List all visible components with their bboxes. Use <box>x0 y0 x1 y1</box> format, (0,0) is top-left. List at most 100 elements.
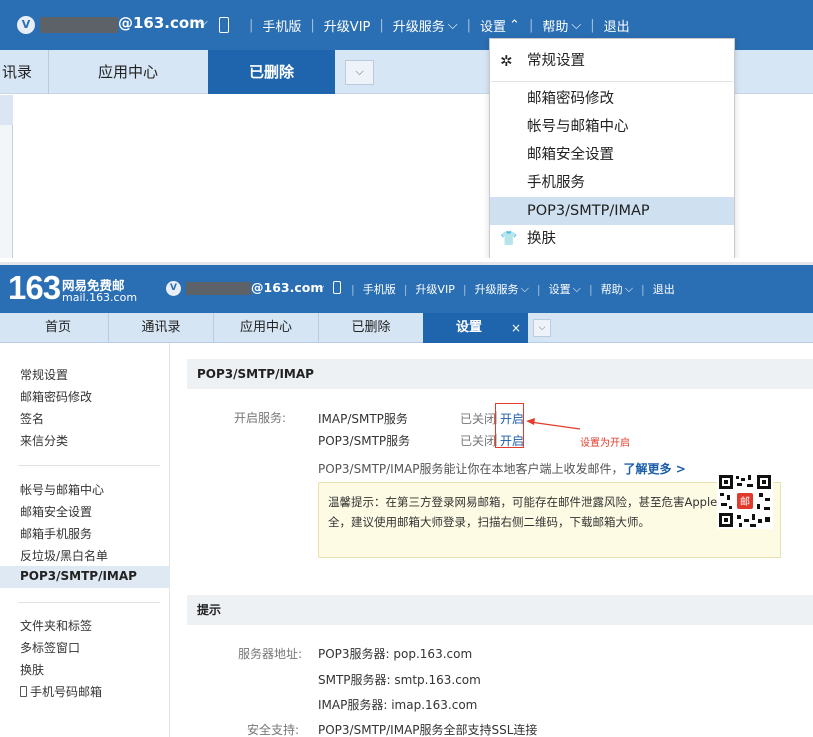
tab-contacts[interactable]: 通讯录 <box>109 313 213 343</box>
chevron-down-icon[interactable]: ⌵ <box>571 18 581 33</box>
section-title-pop3: POP3/SMTP/IMAP <box>187 359 813 389</box>
nav-settings[interactable]: 设置 <box>480 16 506 35</box>
nav-vip[interactable]: 升级VIP <box>415 281 454 297</box>
close-icon[interactable]: × <box>511 313 521 343</box>
sidebar-item-label: 手机号码邮箱 <box>30 685 103 699</box>
service-description: POP3/SMTP/IMAP服务能让你在本地客户端上收发邮件，了解更多 > <box>318 460 686 477</box>
phone-icon <box>20 686 27 697</box>
bottom-screenshot: 163 网易免费邮 mail.163.com V @163.com ⌵ | 手机… <box>0 262 813 737</box>
chevron-down-icon[interactable]: ⌵ <box>625 282 633 296</box>
chevron-up-icon[interactable]: ⌃ <box>509 18 520 33</box>
dropdown-item-general-settings[interactable]: ✲ 常规设置 <box>490 47 734 75</box>
top-nav: | 手机版 | 升级VIP | 升级服务 ⌵ | 设置 ⌵ | 帮助 ⌵ | 退… <box>351 281 675 297</box>
dropdown-item-security[interactable]: 邮箱安全设置 <box>490 141 734 169</box>
left-panel-selected <box>0 95 13 125</box>
tab-deleted[interactable]: 已删除 <box>319 313 423 343</box>
tab-app-center[interactable]: 应用中心 <box>214 313 318 343</box>
description-text: POP3/SMTP/IMAP服务能让你在本地客户端上收发邮件， <box>318 462 624 476</box>
sidebar-divider <box>18 465 160 466</box>
sidebar-item-pop3-smtp-imap[interactable]: POP3/SMTP/IMAP <box>20 569 137 583</box>
tab-settings-label: 设置 <box>456 320 483 335</box>
sidebar-item-phone-mailbox[interactable]: 手机号码邮箱 <box>20 683 102 700</box>
phone-icon[interactable] <box>219 17 229 33</box>
server-imap: IMAP服务器: imap.163.com <box>318 698 478 712</box>
chevron-down-icon[interactable]: ⌵ <box>316 280 324 294</box>
annotation-highlight-box <box>495 403 524 448</box>
tshirt-icon: 👕 <box>500 231 518 247</box>
logo-number[interactable]: 163 <box>8 269 61 307</box>
open-service-label: 开启服务: <box>234 411 287 425</box>
learn-more-link[interactable]: 了解更多 > <box>624 462 686 476</box>
sidebar-item-password[interactable]: 邮箱密码修改 <box>20 388 92 405</box>
tip-line-1: 温馨提示：在第三方登录网易邮箱，可能存在邮件泄露风险，甚至危害Apple ID安 <box>328 495 745 509</box>
security-support-label: 安全支持: <box>247 723 300 737</box>
security-support-value: POP3/SMTP/IMAP服务全部支持SSL连接 <box>318 723 538 737</box>
nav-settings[interactable]: 设置 <box>549 281 571 297</box>
sidebar-item-skin[interactable]: 换肤 <box>20 661 44 678</box>
nav-mobile[interactable]: 手机版 <box>262 16 301 35</box>
chevron-down-icon[interactable]: ⌵ <box>521 282 529 296</box>
email-redaction <box>40 17 118 33</box>
dropdown-item-password[interactable]: 邮箱密码修改 <box>490 85 734 113</box>
sidebar-item-account-center[interactable]: 帐号与邮箱中心 <box>20 481 104 498</box>
tab-settings[interactable]: 设置 × <box>423 313 528 343</box>
avatar[interactable]: V <box>166 281 181 296</box>
nav-logout[interactable]: 退出 <box>653 281 675 297</box>
qr-code-icon[interactable]: 邮 <box>717 473 773 529</box>
sidebar-item-antispam[interactable]: 反垃圾/黑白名单 <box>20 547 108 564</box>
email-redaction <box>186 282 251 295</box>
sidebar-item-folders[interactable]: 文件夹和标签 <box>20 617 92 634</box>
sidebar-item-mobile-service[interactable]: 邮箱手机服务 <box>20 525 92 542</box>
annotation-arrow-icon <box>526 418 581 430</box>
nav-upgrade-service[interactable]: 升级服务 <box>393 16 445 35</box>
server-address-label: 服务器地址: <box>238 647 303 661</box>
phone-icon[interactable] <box>333 281 341 294</box>
dropdown-item-mobile-service[interactable]: 手机服务 <box>490 169 734 197</box>
top-screenshot: V @163.com ⌵ | 手机版 | 升级VIP | 升级服务 ⌵ | 设置… <box>0 0 813 258</box>
dropdown-item-label: 换肤 <box>527 231 556 247</box>
server-pop3: POP3服务器: pop.163.com <box>318 647 473 661</box>
settings-dropdown: ✲ 常规设置 邮箱密码修改 帐号与邮箱中心 邮箱安全设置 手机服务 POP3/S… <box>489 38 735 258</box>
section-title-tips: 提示 <box>187 595 813 625</box>
tab-home[interactable]: 首页 <box>8 313 108 343</box>
nav-vip[interactable]: 升级VIP <box>324 16 371 35</box>
dropdown-divider <box>491 81 733 82</box>
nav-mobile[interactable]: 手机版 <box>363 281 396 297</box>
tab-more-button[interactable]: ⌵ <box>345 60 374 85</box>
service-status-imap: 已关闭 <box>460 412 497 426</box>
qr-badge-label: 邮 <box>740 495 750 508</box>
nav-help[interactable]: 帮助 <box>542 16 568 35</box>
account-email[interactable]: @163.com <box>118 14 205 32</box>
logo-domain: mail.163.com <box>62 291 138 304</box>
tab-more-button[interactable]: ⌵ <box>533 319 551 337</box>
sidebar-item-multi-tab[interactable]: 多标签窗口 <box>20 639 80 656</box>
tab-app-center[interactable]: 应用中心 <box>49 50 207 94</box>
dropdown-item-skin[interactable]: 👕 换肤 <box>490 225 734 253</box>
sidebar-item-security[interactable]: 邮箱安全设置 <box>20 503 92 520</box>
service-status-pop3: 已关闭 <box>460 434 497 448</box>
nav-upgrade-service[interactable]: 升级服务 <box>475 281 519 297</box>
top-nav: | 手机版 | 升级VIP | 升级服务 ⌵ | 设置 ⌃ | 帮助 ⌵ | 退… <box>249 16 630 35</box>
warning-tip-box: 温馨提示：在第三方登录网易邮箱，可能存在邮件泄露风险，甚至危害Apple ID安… <box>318 482 781 558</box>
dropdown-item-pop3-smtp-imap[interactable]: POP3/SMTP/IMAP <box>490 197 734 225</box>
dropdown-item-account-center[interactable]: 帐号与邮箱中心 <box>490 113 734 141</box>
service-name-pop3: POP3/SMTP服务 <box>318 434 411 448</box>
tab-contacts[interactable]: 讯录 <box>0 50 48 94</box>
dropdown-item-label: 常规设置 <box>527 53 585 69</box>
server-smtp: SMTP服务器: smtp.163.com <box>318 673 481 687</box>
chevron-down-icon[interactable]: ⌵ <box>448 18 458 33</box>
sidebar-item-general[interactable]: 常规设置 <box>20 366 68 383</box>
gear-icon: ✲ <box>500 52 513 70</box>
sidebar-item-signature[interactable]: 签名 <box>20 410 44 427</box>
nav-help[interactable]: 帮助 <box>601 281 623 297</box>
tab-deleted[interactable]: 已删除 <box>208 50 335 94</box>
nav-logout[interactable]: 退出 <box>604 16 630 35</box>
annotation-text: 设置为开启 <box>580 438 630 449</box>
tip-line-2: 全，建议使用邮箱大师登录，扫描右侧二维码，下载邮箱大师。 <box>328 515 650 529</box>
service-name-imap: IMAP/SMTP服务 <box>318 412 408 426</box>
account-email[interactable]: @163.com <box>251 280 323 295</box>
sidebar-item-filter[interactable]: 来信分类 <box>20 432 68 449</box>
chevron-down-icon[interactable]: ⌵ <box>198 15 208 30</box>
chevron-down-icon[interactable]: ⌵ <box>573 282 581 296</box>
avatar[interactable]: V <box>17 16 35 34</box>
